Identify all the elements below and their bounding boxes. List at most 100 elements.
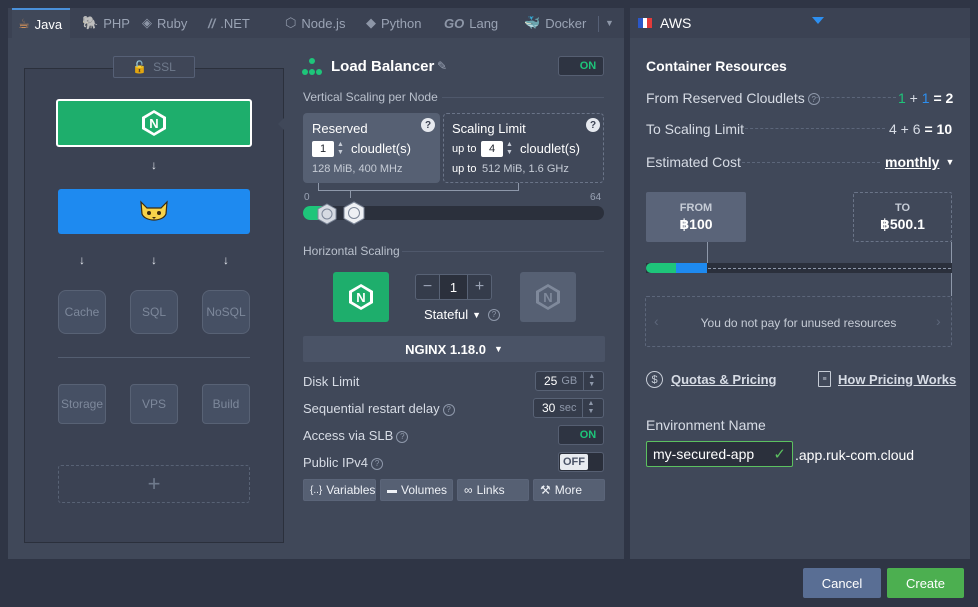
tab-php[interactable]: 🐘 PHP xyxy=(82,8,130,38)
reserved-cloudlets-label: From Reserved Cloudlets? xyxy=(646,90,820,106)
help-icon[interactable]: ? xyxy=(586,118,600,132)
public-ipv4-toggle[interactable]: OFF xyxy=(558,452,604,472)
tab-go[interactable]: GO Lang xyxy=(444,8,498,38)
stepper-arrows-icon[interactable]: ▲ ▼ xyxy=(337,141,344,157)
version-dropdown[interactable]: NGINX 1.18.0 ▼ xyxy=(303,336,605,362)
stepper-arrows-icon[interactable]: ▲ ▼ xyxy=(506,141,513,157)
tab-java[interactable]: ☕ Java xyxy=(12,8,71,38)
build-node[interactable]: Build xyxy=(202,384,250,424)
cancel-button[interactable]: Cancel xyxy=(803,568,881,598)
folder-icon: ▬ xyxy=(387,484,397,496)
svg-text:N: N xyxy=(356,290,365,305)
java-icon: ☕ xyxy=(18,16,30,31)
app-server-node[interactable] xyxy=(58,189,250,234)
scaling-limit-total: 4 + 6 = 10 xyxy=(889,121,953,137)
chevron-down-icon: ▼ xyxy=(945,157,955,167)
stepper-arrows-icon[interactable]: ▲ ▼ xyxy=(583,372,599,390)
add-node-button[interactable]: + xyxy=(58,465,250,503)
disk-limit-label: Disk Limit xyxy=(303,374,360,389)
slb-access-toggle[interactable]: ON xyxy=(558,425,604,445)
help-icon[interactable]: ? xyxy=(488,308,501,321)
connector xyxy=(518,183,519,191)
nginx-icon: N xyxy=(349,284,373,310)
help-icon[interactable]: ? xyxy=(421,118,435,132)
scaling-limit-input[interactable]: 4 xyxy=(481,141,503,157)
container-resources-title: Container Resources xyxy=(646,58,787,74)
horizontal-scaling-label: Horizontal Scaling xyxy=(303,244,400,258)
help-icon[interactable]: ? xyxy=(442,403,455,416)
france-flag-icon xyxy=(638,18,653,28)
stepper-arrows-icon[interactable]: ▲ ▼ xyxy=(582,399,598,417)
disk-limit-input[interactable]: 25 GB ▲ ▼ xyxy=(535,371,604,391)
reserved-cloudlets-total: 1 + 1 = 2 xyxy=(898,90,954,106)
wrench-icon: ⚒ xyxy=(540,483,551,497)
svg-text:N: N xyxy=(149,116,158,131)
storage-node[interactable]: Storage xyxy=(58,384,106,424)
environment-name-label: Environment Name xyxy=(646,417,766,433)
scaling-mode-dropdown[interactable]: Stateful ▼ ? xyxy=(424,307,501,322)
node-enabled-toggle[interactable]: ON xyxy=(558,56,604,76)
help-icon[interactable]: ? xyxy=(396,430,409,443)
slb-access-label: Access via SLB? xyxy=(303,428,409,443)
vertical-scaling-label: Vertical Scaling per Node xyxy=(303,90,438,104)
help-icon[interactable]: ? xyxy=(371,457,384,470)
links-button[interactable]: ∞ Links xyxy=(457,479,529,501)
volumes-button[interactable]: ▬ Volumes xyxy=(380,479,453,501)
arrow-down-icon: ↓ xyxy=(79,253,85,267)
leader-line xyxy=(745,128,885,129)
lock-icon: 🔓 xyxy=(132,60,148,74)
variables-icon: {..} xyxy=(310,484,323,496)
cost-bar-scaling xyxy=(676,263,707,273)
divider xyxy=(442,97,604,98)
vps-node[interactable]: VPS xyxy=(130,384,178,424)
svg-text:N: N xyxy=(543,290,552,305)
selected-node-pointer xyxy=(278,116,286,132)
cache-node[interactable]: Cache xyxy=(58,290,106,334)
restart-delay-label: Sequential restart delay? xyxy=(303,401,455,416)
increment-button[interactable]: + xyxy=(467,275,491,299)
chevron-down-icon: ▼ xyxy=(605,18,614,28)
reserved-slider-handle[interactable] xyxy=(316,203,338,228)
chevron-down-icon: ▼ xyxy=(472,309,482,320)
tab-docker[interactable]: 🐳 Docker xyxy=(524,8,586,38)
environment-name-input[interactable]: my-secured-app ✓ xyxy=(646,441,793,467)
ssl-toggle[interactable]: 🔓 SSL xyxy=(113,56,195,78)
tomcat-icon xyxy=(140,199,168,221)
nosql-node[interactable]: NoSQL xyxy=(202,290,250,334)
restart-delay-input[interactable]: 30 sec ▲ ▼ xyxy=(533,398,604,418)
chevron-down-icon: ▼ xyxy=(494,344,503,354)
tab-python[interactable]: ◆ Python xyxy=(366,8,421,38)
nginx-node-ghost[interactable]: N xyxy=(520,272,576,322)
dotnet-icon: // xyxy=(208,15,216,31)
scaling-limit-label: To Scaling Limit xyxy=(646,121,745,137)
tab-dotnet[interactable]: // .NET xyxy=(208,8,250,38)
chevron-down-icon xyxy=(812,17,824,24)
limit-slider-handle[interactable] xyxy=(342,201,366,228)
variables-button[interactable]: {..} Variables xyxy=(303,479,376,501)
tabs-more-dropdown[interactable]: ▼ xyxy=(605,8,614,38)
cost-bar-reserved xyxy=(646,263,676,273)
cost-period-dropdown[interactable]: monthly ▼ xyxy=(885,154,954,170)
region-dropdown[interactable]: AWS xyxy=(630,8,970,38)
cost-to-box: TO ฿500.1 xyxy=(853,192,952,242)
tab-nodejs[interactable]: ⬡ Node.js xyxy=(285,8,345,38)
cost-from-box: FROM ฿100 xyxy=(646,192,746,242)
nginx-icon: N xyxy=(536,284,560,310)
more-button[interactable]: ⚒ More xyxy=(533,479,605,501)
decrement-button[interactable]: − xyxy=(416,275,440,299)
connector xyxy=(350,190,351,198)
leader-line xyxy=(742,162,880,163)
node-count-value[interactable]: 1 xyxy=(440,275,467,299)
quotas-pricing-link[interactable]: $ Quotas & Pricing xyxy=(646,371,776,388)
nginx-node-active[interactable]: N xyxy=(333,272,389,322)
create-button[interactable]: Create xyxy=(887,568,964,598)
reserved-cloudlets-input[interactable]: 1 xyxy=(312,141,334,157)
edit-pencil-icon[interactable]: ✎ xyxy=(437,59,447,73)
load-balancer-node[interactable]: N xyxy=(56,99,252,147)
tab-ruby[interactable]: ◈ Ruby xyxy=(142,8,187,38)
leader-line xyxy=(816,97,896,98)
sql-node[interactable]: SQL xyxy=(130,290,178,334)
help-icon[interactable]: ? xyxy=(807,93,820,106)
how-pricing-works-link[interactable]: ≡ How Pricing Works xyxy=(818,371,956,387)
chevron-right-icon[interactable]: › xyxy=(936,313,941,329)
